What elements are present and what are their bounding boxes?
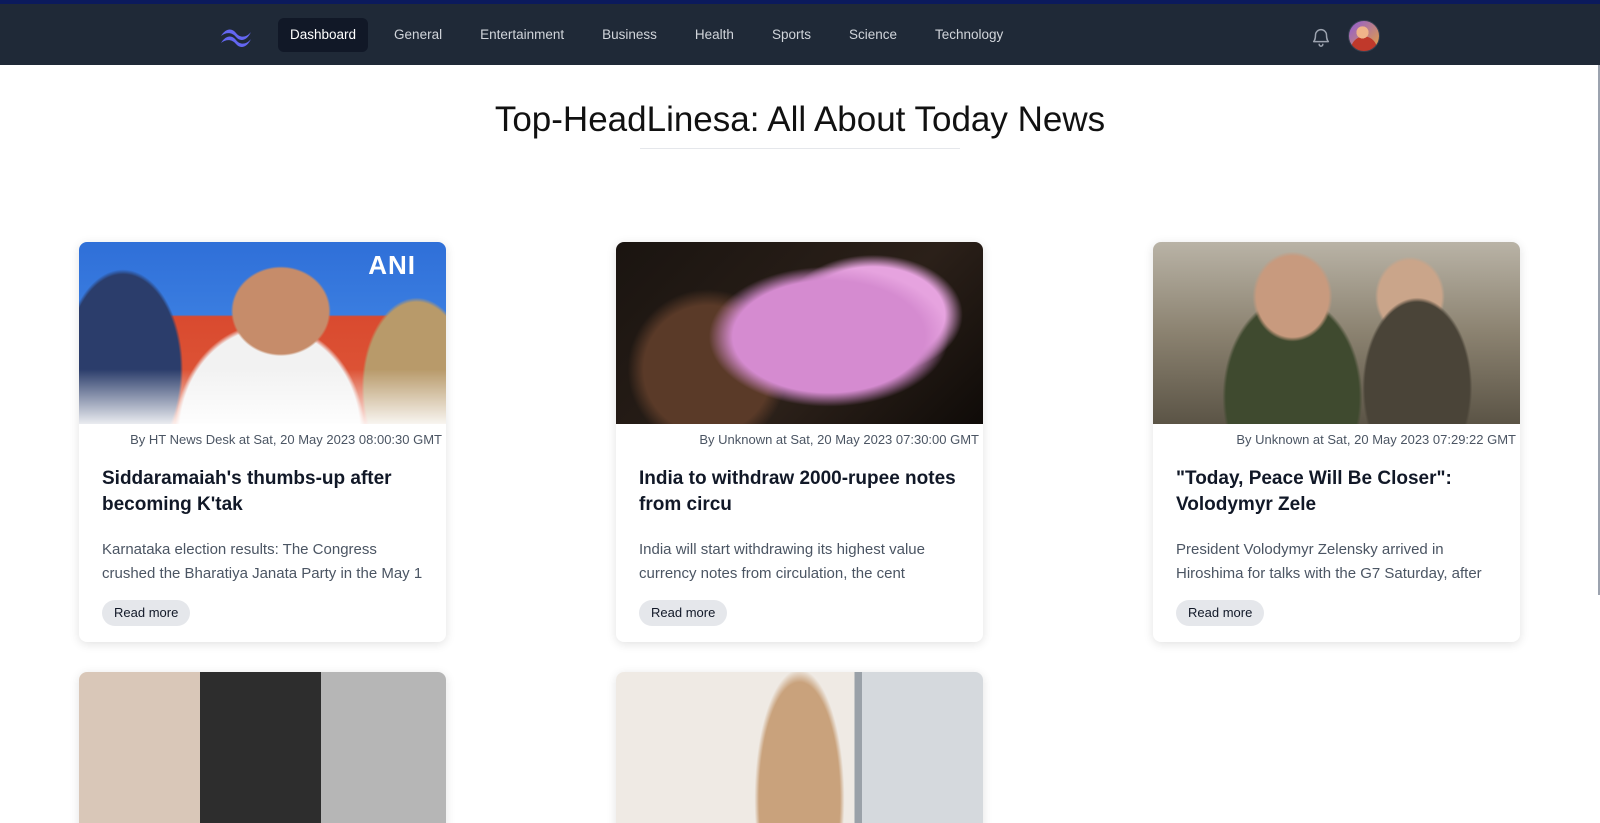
nav-link-health[interactable]: Health (683, 18, 746, 52)
image-watermark: ANI (368, 250, 416, 280)
page-title: Top-HeadLinesa: All About Today News (494, 100, 1106, 139)
news-card-meta: By Unknown at Sat, 20 May 2023 07:30:00 … (699, 432, 979, 447)
news-card-image[interactable] (616, 242, 983, 424)
nav-link-dashboard[interactable]: Dashboard (278, 18, 369, 52)
nav-link-science[interactable]: Science (837, 18, 909, 52)
read-more-button[interactable]: Read more (102, 600, 191, 626)
nav-link-general[interactable]: General (382, 18, 454, 52)
top-navbar: Dashboard General Entertainment Business… (0, 0, 1600, 65)
news-card-body: India to withdraw 2000-rupee notes from … (616, 452, 983, 642)
news-card (616, 672, 983, 823)
bell-icon[interactable] (1310, 26, 1332, 48)
news-card (79, 672, 446, 823)
read-more-button[interactable]: Read more (639, 600, 728, 626)
news-card-description: Karnataka election results: The Congress… (102, 541, 423, 582)
news-card-image[interactable] (616, 672, 983, 823)
news-card-image[interactable] (79, 672, 446, 823)
nav-link-entertainment[interactable]: Entertainment (468, 18, 576, 52)
news-card-description: President Volodymyr Zelensky arrived in … (1176, 541, 1482, 582)
news-card-body: Siddaramaiah's thumbs-up after becoming … (79, 452, 446, 642)
news-card-title: India to withdraw 2000-rupee notes from … (639, 468, 956, 515)
news-card: ANI By HT News Desk at Sat, 20 May 2023 … (79, 242, 446, 642)
news-card-description: India will start withdrawing its highest… (639, 541, 925, 582)
news-card-meta: By HT News Desk at Sat, 20 May 2023 08:0… (130, 432, 442, 447)
news-card: By Unknown at Sat, 20 May 2023 07:29:22 … (1153, 242, 1520, 642)
tailwind-logo-icon[interactable] (218, 24, 254, 48)
news-card-image[interactable]: ANI (79, 242, 446, 424)
news-card-image[interactable] (1153, 242, 1520, 424)
news-card-meta: By Unknown at Sat, 20 May 2023 07:29:22 … (1236, 432, 1516, 447)
news-card-title: "Today, Peace Will Be Closer": Volodymyr… (1176, 468, 1452, 515)
news-card-body: "Today, Peace Will Be Closer": Volodymyr… (1153, 452, 1520, 642)
nav-links: Dashboard General Entertainment Business… (278, 18, 1029, 52)
nav-link-sports[interactable]: Sports (760, 18, 823, 52)
title-divider (640, 148, 960, 149)
news-card-title: Siddaramaiah's thumbs-up after becoming … (102, 468, 392, 515)
user-avatar[interactable] (1348, 20, 1380, 52)
news-card: By Unknown at Sat, 20 May 2023 07:30:00 … (616, 242, 983, 642)
read-more-button[interactable]: Read more (1176, 600, 1265, 626)
nav-link-technology[interactable]: Technology (923, 18, 1015, 52)
nav-link-business[interactable]: Business (590, 18, 669, 52)
